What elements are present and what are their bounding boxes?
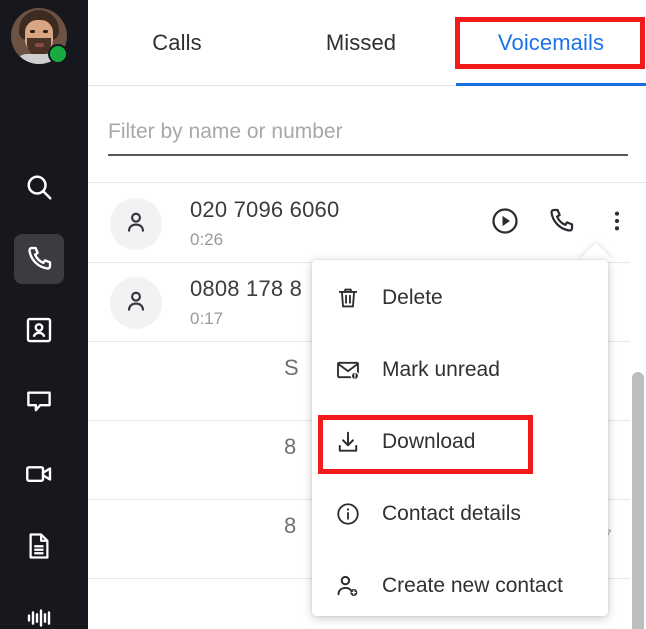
sidebar-item-contacts[interactable] (14, 305, 64, 355)
row-number: S (284, 355, 299, 380)
row-number: 0808 178 8 (190, 276, 303, 301)
scrollbar[interactable] (630, 184, 646, 629)
tab-missed[interactable]: Missed (270, 0, 452, 85)
contacts-icon (24, 315, 54, 345)
menu-item-download[interactable]: Download (312, 406, 608, 478)
person-icon (123, 288, 149, 319)
sidebar-item-calls[interactable] (14, 234, 64, 284)
document-icon (24, 531, 54, 561)
avatar (110, 277, 162, 329)
info-circle-icon (332, 498, 364, 530)
app-window: Calls Missed Voicemails 020 7096 6060 (0, 0, 646, 629)
row-number: 020 7096 6060 (190, 197, 340, 222)
chat-icon (24, 387, 54, 417)
avatar (110, 198, 162, 250)
menu-item-mark-unread[interactable]: Mark unread (312, 334, 608, 406)
row-actions (488, 204, 634, 238)
more-vertical-icon[interactable] (600, 204, 634, 238)
tab-calls[interactable]: Calls (88, 0, 266, 85)
search-input[interactable] (108, 110, 628, 154)
trash-icon (332, 282, 364, 314)
row-number: 8 (284, 434, 297, 459)
menu-item-delete[interactable]: Delete (312, 262, 608, 334)
menu-item-label: Delete (382, 286, 443, 309)
menu-item-contact-details[interactable]: Contact details (312, 478, 608, 550)
phone-icon (24, 244, 54, 274)
mail-unread-icon (332, 354, 364, 386)
scrollbar-thumb[interactable] (632, 372, 644, 629)
menu-item-label: Create new contact (382, 574, 563, 597)
download-icon (332, 426, 364, 458)
search-input-underline (108, 154, 628, 156)
menu-item-label: Download (382, 430, 476, 453)
video-camera-icon (24, 459, 54, 489)
tab-voicemails-label: Voicemails (497, 29, 605, 55)
search-icon (24, 172, 54, 202)
tab-calls-label: Calls (152, 29, 202, 55)
sidebar-item-documents[interactable] (14, 521, 64, 571)
tab-bar: Calls Missed Voicemails (88, 0, 646, 86)
sidebar-item-search[interactable] (14, 162, 64, 212)
phone-icon[interactable] (544, 204, 578, 238)
menu-item-label: Contact details (382, 502, 521, 525)
menu-item-label: Mark unread (382, 358, 500, 381)
tab-voicemails[interactable]: Voicemails (456, 0, 646, 85)
sidebar-item-chat[interactable] (14, 377, 64, 427)
table-row[interactable]: 020 7096 6060 0:26 (88, 184, 646, 263)
row-number: 8 (284, 513, 297, 538)
context-menu-pointer (578, 243, 614, 261)
left-sidebar (0, 0, 88, 629)
row-duration: 0:26 (190, 230, 224, 249)
person-icon (123, 209, 149, 240)
person-add-icon (332, 570, 364, 602)
context-menu: Delete Mark unread Download Contact deta… (312, 260, 608, 616)
sidebar-item-video[interactable] (14, 449, 64, 499)
menu-item-create-new-contact[interactable]: Create new contact (312, 550, 608, 622)
status-badge (48, 44, 68, 64)
play-icon[interactable] (488, 204, 522, 238)
filter-bar (88, 86, 646, 183)
tab-missed-label: Missed (325, 29, 397, 55)
sidebar-item-analytics[interactable] (14, 593, 64, 629)
waveform-icon (24, 603, 54, 629)
row-duration: 0:17 (190, 309, 224, 328)
avatar[interactable] (11, 8, 68, 64)
